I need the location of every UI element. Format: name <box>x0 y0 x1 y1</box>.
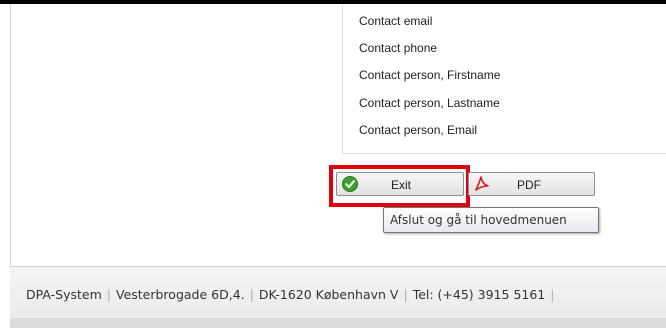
pdf-button-label: PDF <box>517 178 541 192</box>
pdf-button[interactable]: PDF <box>468 172 595 196</box>
footer-info: DPA-System | Vesterbrogade 6D,4. | DK-1620 K… <box>26 287 559 302</box>
footer-company: DPA-System <box>26 287 102 302</box>
bottom-bar <box>10 318 666 328</box>
footer-phone: Tel: (+45) 3915 5161 <box>412 287 546 302</box>
pdf-icon <box>473 175 491 196</box>
field-item-contact-lastname: Contact person, Lastname <box>359 96 500 110</box>
footer-separator: | <box>403 287 408 302</box>
footer-address: Vesterbrogade 6D,4. <box>115 287 245 302</box>
highlight-frame <box>329 165 470 207</box>
field-item-contact-person-email: Contact person, Email <box>359 123 478 137</box>
field-item-contact-firstname: Contact person, Firstname <box>359 68 501 82</box>
footer-separator: | <box>249 287 254 302</box>
field-list: Contact email Contact phone Contact pers… <box>342 4 666 154</box>
exit-tooltip: Afslut og gå til hovedmenuen <box>383 207 599 233</box>
footer-city: DK-1620 København V <box>258 287 399 302</box>
footer-separator: | <box>106 287 111 302</box>
field-item-contact-phone: Contact phone <box>359 41 438 55</box>
field-item-contact-email: Contact email <box>359 14 433 28</box>
footer-separator: | <box>550 287 555 302</box>
